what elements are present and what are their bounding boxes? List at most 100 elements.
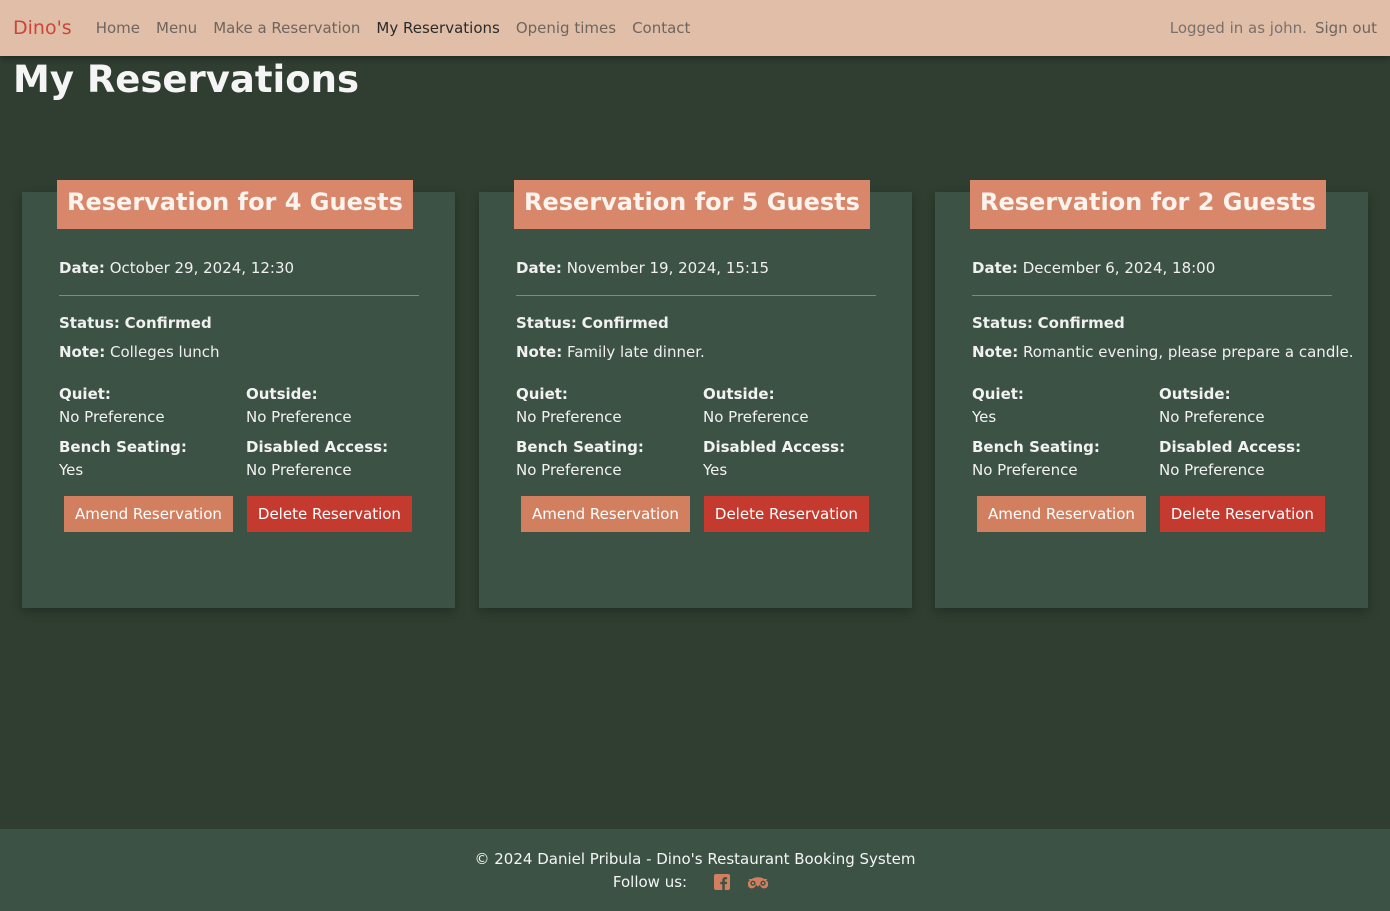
status-value: Confirmed [581, 314, 669, 332]
reservation-card: Reservation for 4 Guests Date: October 2… [22, 180, 455, 608]
facebook-icon[interactable] [714, 874, 731, 890]
pref-quiet: Quiet: No Preference [516, 384, 703, 427]
page-footer: © 2024 Daniel Pribula - Dino's Restauran… [0, 829, 1390, 911]
reservation-actions: Amend Reservation Delete Reservation [59, 496, 419, 532]
outside-value: No Preference [1159, 408, 1265, 426]
pref-outside: Outside: No Preference [703, 384, 876, 427]
reservation-card: Reservation for 2 Guests Date: December … [935, 180, 1368, 608]
amend-reservation-button[interactable]: Amend Reservation [64, 496, 233, 532]
reservation-title: Reservation for 4 Guests [57, 180, 413, 229]
pref-quiet: Quiet: No Preference [59, 384, 246, 427]
note-value: Colleges lunch [109, 343, 220, 361]
outside-label: Outside: [703, 385, 775, 403]
reservations-list: Reservation for 4 Guests Date: October 2… [22, 180, 1368, 608]
note-label: Note: [972, 343, 1019, 361]
disabled-label: Disabled Access: [1159, 438, 1302, 456]
pref-bench: Bench Seating: No Preference [516, 437, 703, 480]
preferences-grid: Quiet: Yes Outside: No Preference Bench … [972, 384, 1332, 480]
status-label: Status: [516, 314, 577, 332]
nav-link-opening-times[interactable]: Openig times [516, 19, 616, 37]
disabled-value: Yes [703, 461, 728, 479]
divider [59, 295, 419, 296]
date-label: Date: [972, 259, 1018, 277]
reservation-actions: Amend Reservation Delete Reservation [516, 496, 876, 532]
note-value: Romantic evening, please prepare a candl… [1022, 343, 1354, 361]
status-label: Status: [59, 314, 120, 332]
note-value: Family late dinner. [566, 343, 705, 361]
pref-outside: Outside: No Preference [246, 384, 419, 427]
quiet-value: No Preference [59, 408, 165, 426]
reservation-note: Note: Colleges lunch [59, 342, 419, 362]
amend-reservation-button[interactable]: Amend Reservation [977, 496, 1146, 532]
disabled-label: Disabled Access: [703, 438, 846, 456]
status-label: Status: [972, 314, 1033, 332]
brand-logo-link[interactable]: Dino's [13, 17, 72, 39]
reservation-title: Reservation for 5 Guests [514, 180, 870, 229]
divider [516, 295, 876, 296]
top-navbar: Dino's Home Menu Make a Reservation My R… [0, 0, 1390, 56]
date-label: Date: [59, 259, 105, 277]
reservation-details: Date: November 19, 2024, 15:15 Status: C… [516, 258, 876, 532]
nav-link-my-reservations[interactable]: My Reservations [376, 19, 499, 37]
delete-reservation-button[interactable]: Delete Reservation [246, 496, 412, 532]
amend-reservation-button[interactable]: Amend Reservation [521, 496, 690, 532]
page-title: My Reservations [13, 58, 360, 101]
tripadvisor-icon[interactable] [748, 875, 769, 889]
nav-link-make-reservation[interactable]: Make a Reservation [213, 19, 360, 37]
sign-out-link[interactable]: Sign out [1315, 19, 1377, 37]
quiet-label: Quiet: [972, 385, 1024, 403]
outside-value: No Preference [703, 408, 809, 426]
nav-link-contact[interactable]: Contact [632, 19, 690, 37]
status-value: Confirmed [124, 314, 212, 332]
bench-label: Bench Seating: [516, 438, 644, 456]
preferences-grid: Quiet: No Preference Outside: No Prefere… [516, 384, 876, 480]
pref-disabled: Disabled Access: Yes [703, 437, 876, 480]
bench-value: No Preference [972, 461, 1078, 479]
copyright-text: © 2024 Daniel Pribula - Dino's Restauran… [474, 850, 916, 868]
reservation-note: Note: Romantic evening, please prepare a… [972, 342, 1354, 362]
pref-bench: Bench Seating: No Preference [972, 437, 1159, 480]
delete-reservation-button[interactable]: Delete Reservation [703, 496, 869, 532]
bench-label: Bench Seating: [59, 438, 187, 456]
bench-value: No Preference [516, 461, 622, 479]
reservation-note: Note: Family late dinner. [516, 342, 876, 362]
follow-us: Follow us: [0, 873, 1390, 891]
outside-label: Outside: [1159, 385, 1231, 403]
delete-reservation-button[interactable]: Delete Reservation [1159, 496, 1325, 532]
disabled-label: Disabled Access: [246, 438, 389, 456]
reservation-status: Status: Confirmed [59, 313, 419, 333]
pref-quiet: Quiet: Yes [972, 384, 1159, 427]
reservation-status: Status: Confirmed [516, 313, 876, 333]
reservation-date: Date: November 19, 2024, 15:15 [516, 258, 876, 278]
pref-disabled: Disabled Access: No Preference [1159, 437, 1332, 480]
nav-link-home[interactable]: Home [96, 19, 140, 37]
pref-outside: Outside: No Preference [1159, 384, 1332, 427]
date-value: December 6, 2024, 18:00 [1022, 259, 1216, 277]
reservation-details: Date: December 6, 2024, 18:00 Status: Co… [972, 258, 1354, 532]
reservation-card: Reservation for 5 Guests Date: November … [479, 180, 912, 608]
date-label: Date: [516, 259, 562, 277]
bench-value: Yes [59, 461, 84, 479]
logged-in-text: Logged in as john. [1169, 19, 1307, 37]
reservation-actions: Amend Reservation Delete Reservation [972, 496, 1332, 532]
reservation-status: Status: Confirmed [972, 313, 1332, 333]
quiet-label: Quiet: [516, 385, 568, 403]
pref-bench: Bench Seating: Yes [59, 437, 246, 480]
date-value: November 19, 2024, 15:15 [566, 259, 770, 277]
note-label: Note: [516, 343, 563, 361]
outside-value: No Preference [246, 408, 352, 426]
nav-links: Home Menu Make a Reservation My Reservat… [96, 19, 707, 37]
nav-user-area: Logged in as john. Sign out [1170, 19, 1377, 37]
outside-label: Outside: [246, 385, 318, 403]
pref-disabled: Disabled Access: No Preference [246, 437, 419, 480]
note-label: Note: [59, 343, 106, 361]
bench-label: Bench Seating: [972, 438, 1100, 456]
reservation-details: Date: October 29, 2024, 12:30 Status: Co… [59, 258, 419, 532]
reservation-date: Date: December 6, 2024, 18:00 [972, 258, 1332, 278]
nav-link-menu[interactable]: Menu [156, 19, 197, 37]
divider [972, 295, 1332, 296]
reservation-date: Date: October 29, 2024, 12:30 [59, 258, 419, 278]
status-value: Confirmed [1037, 314, 1125, 332]
disabled-value: No Preference [1159, 461, 1265, 479]
quiet-label: Quiet: [59, 385, 111, 403]
